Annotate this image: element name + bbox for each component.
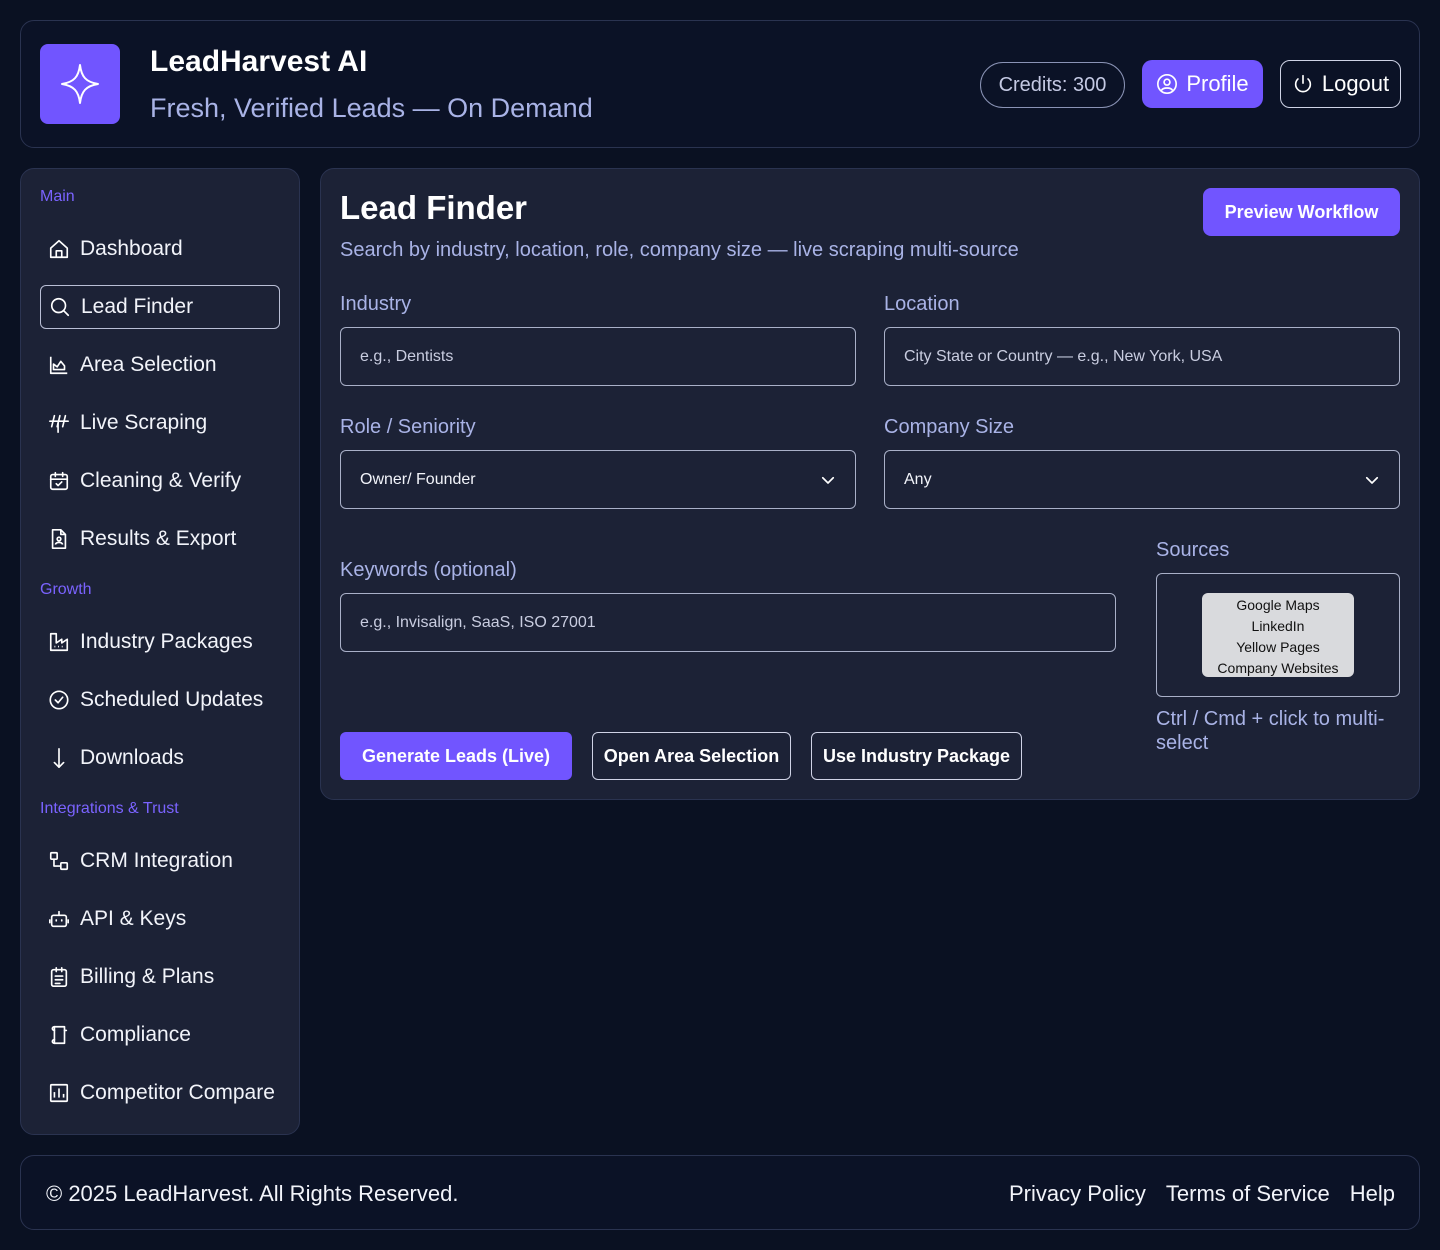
file-user-icon xyxy=(48,528,70,550)
sidebar-item-live-scraping[interactable]: Live Scraping xyxy=(40,401,280,445)
receipt-icon xyxy=(48,966,70,988)
sidebar-item-label: API & Keys xyxy=(80,907,187,930)
industry-input[interactable]: e.g., Dentists xyxy=(340,327,856,386)
copyright-text: © 2025 LeadHarvest. All Rights Reserved. xyxy=(46,1181,459,1206)
source-option[interactable]: Yellow Pages xyxy=(1202,637,1354,658)
industry-label: Industry xyxy=(340,293,412,315)
sidebar-item-results-export[interactable]: Results & Export xyxy=(40,517,280,561)
sidebar-item-label: Dashboard xyxy=(80,237,183,260)
profile-label: Profile xyxy=(1186,71,1249,96)
power-icon xyxy=(1292,73,1314,95)
profile-button[interactable]: Profile xyxy=(1142,60,1263,108)
brand-title: LeadHarvest AI xyxy=(150,45,368,78)
page-subtitle: Search by industry, location, role, comp… xyxy=(340,239,1019,261)
sidebar-item-label: Lead Finder xyxy=(81,295,194,318)
sidebar-item-label: Cleaning & Verify xyxy=(80,469,242,492)
sidebar-item-label: Industry Packages xyxy=(80,630,253,653)
calendar-check-icon xyxy=(48,470,70,492)
keywords-label: Keywords (optional) xyxy=(340,559,517,581)
multiselect-hint: Ctrl / Cmd + click to multi-select xyxy=(1156,708,1385,754)
check-circle-icon xyxy=(48,689,70,711)
location-input[interactable]: City State or Country — e.g., New York, … xyxy=(884,327,1400,386)
sparkle-logo-icon xyxy=(40,44,120,124)
role-label: Role / Seniority xyxy=(340,416,476,438)
company-size-select[interactable]: Any xyxy=(884,450,1400,509)
source-option[interactable]: Google Maps xyxy=(1202,595,1354,616)
footer-links: Privacy Policy Terms of Service Help xyxy=(1009,1181,1395,1207)
chart-area-icon xyxy=(48,354,70,376)
sidebar-item-competitor-compare[interactable]: Competitor Compare xyxy=(40,1071,280,1115)
share-nodes-icon xyxy=(48,850,70,872)
role-select-value: Owner/ Founder xyxy=(360,470,476,488)
sources-option-list[interactable]: Google Maps LinkedIn Yellow Pages Compan… xyxy=(1202,593,1354,677)
sources-label: Sources xyxy=(1156,539,1230,561)
sidebar-item-label: Area Selection xyxy=(80,353,217,376)
source-option[interactable]: Company Websites xyxy=(1202,658,1354,679)
chevron-down-icon xyxy=(1363,471,1381,489)
sidebar-item-cleaning-verify[interactable]: Cleaning & Verify xyxy=(40,459,280,503)
app-header: LeadHarvest AI Fresh, Verified Leads — O… xyxy=(20,20,1420,148)
help-link[interactable]: Help xyxy=(1350,1181,1395,1207)
sidebar-item-compliance[interactable]: Compliance xyxy=(40,1013,280,1057)
robot-icon xyxy=(48,908,70,930)
home-icon xyxy=(48,238,70,260)
role-select[interactable]: Owner/ Founder xyxy=(340,450,856,509)
preview-workflow-button[interactable]: Preview Workflow xyxy=(1203,188,1400,236)
location-label: Location xyxy=(884,293,960,315)
chevron-down-icon xyxy=(819,471,837,489)
company-size-label: Company Size xyxy=(884,416,1015,438)
sidebar-item-downloads[interactable]: Downloads xyxy=(40,736,280,780)
page-title: Lead Finder xyxy=(340,189,528,226)
keywords-input[interactable]: e.g., Invisalign, SaaS, ISO 27001 xyxy=(340,593,1116,652)
sidebar-item-crm-integration[interactable]: CRM Integration xyxy=(40,839,280,883)
sidebar-item-label: Live Scraping xyxy=(80,411,208,434)
source-option[interactable]: LinkedIn xyxy=(1202,616,1354,637)
sidebar-item-label: Compliance xyxy=(80,1023,191,1046)
user-circle-icon xyxy=(1156,73,1178,95)
terms-of-service-link[interactable]: Terms of Service xyxy=(1166,1181,1330,1207)
company-size-select-value: Any xyxy=(904,470,932,488)
nav-section-integrations: Integrations & Trust xyxy=(40,800,179,817)
credits-badge: Credits: 300 xyxy=(980,62,1125,108)
sidebar-item-api-keys[interactable]: API & Keys xyxy=(40,897,280,941)
sidebar-item-label: Scheduled Updates xyxy=(80,688,264,711)
open-area-selection-button[interactable]: Open Area Selection xyxy=(592,732,791,780)
nav-section-main: Main xyxy=(40,188,75,205)
sidebar-item-lead-finder[interactable]: Lead Finder xyxy=(40,285,280,329)
bar-chart-icon xyxy=(48,1082,70,1104)
sidebar: Main Dashboard Lead Finder Area Selectio… xyxy=(20,168,300,1135)
sidebar-item-scheduled-updates[interactable]: Scheduled Updates xyxy=(40,678,280,722)
sidebar-item-label: Competitor Compare xyxy=(80,1081,275,1104)
app-footer: © 2025 LeadHarvest. All Rights Reserved.… xyxy=(20,1155,1420,1230)
sidebar-item-label: CRM Integration xyxy=(80,849,233,872)
arrow-down-icon xyxy=(48,747,70,769)
sidebar-item-dashboard[interactable]: Dashboard xyxy=(40,227,280,271)
sidebar-item-label: Downloads xyxy=(80,746,184,769)
sidebar-item-label: Billing & Plans xyxy=(80,965,215,988)
sidebar-item-industry-packages[interactable]: Industry Packages xyxy=(40,620,280,664)
sources-multiselect[interactable]: Google Maps LinkedIn Yellow Pages Compan… xyxy=(1156,573,1400,697)
building-icon xyxy=(48,631,70,653)
generate-leads-button[interactable]: Generate Leads (Live) xyxy=(340,732,572,780)
search-icon xyxy=(49,296,71,318)
brand-subtitle: Fresh, Verified Leads — On Demand xyxy=(150,93,593,123)
use-industry-package-button[interactable]: Use Industry Package xyxy=(811,732,1022,780)
sidebar-item-billing-plans[interactable]: Billing & Plans xyxy=(40,955,280,999)
sidebar-item-area-selection[interactable]: Area Selection xyxy=(40,343,280,387)
nav-section-growth: Growth xyxy=(40,581,92,598)
logout-label: Logout xyxy=(1321,71,1390,96)
antenna-icon xyxy=(48,412,70,434)
privacy-policy-link[interactable]: Privacy Policy xyxy=(1009,1181,1146,1207)
sidebar-item-label: Results & Export xyxy=(80,527,237,550)
lead-finder-panel: Lead Finder Search by industry, location… xyxy=(320,168,1420,800)
scroll-icon xyxy=(48,1024,70,1046)
logout-button[interactable]: Logout xyxy=(1280,60,1401,108)
